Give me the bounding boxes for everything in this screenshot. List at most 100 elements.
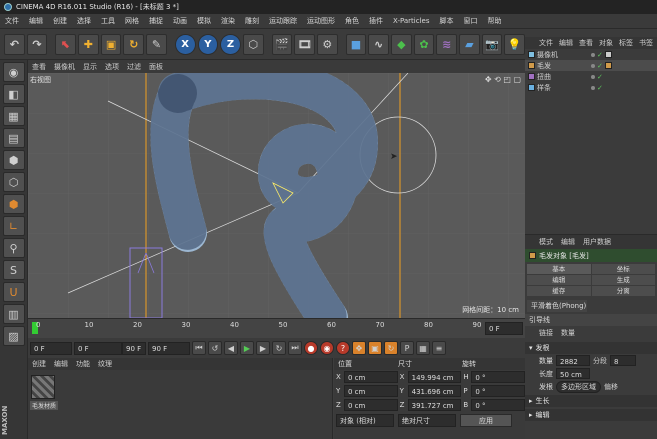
- object-row[interactable]: 扭曲 ✓: [525, 71, 657, 82]
- attribute-tab-button[interactable]: 生成: [591, 275, 655, 285]
- attribute-menu-item-1[interactable]: 编辑: [561, 237, 575, 247]
- visibility-dot-icon[interactable]: [591, 63, 595, 68]
- shading-tab[interactable]: 平滑着色(Phong): [527, 300, 587, 312]
- rotation-field[interactable]: 0 °: [471, 385, 526, 397]
- timeline[interactable]: 0 F 0 10 20 30 40 50 60 70 80 90: [28, 318, 525, 338]
- menu-item-4[interactable]: 工具: [96, 14, 120, 29]
- end-frame-field[interactable]: 90 F: [148, 341, 190, 355]
- menu-item-8[interactable]: 模拟: [192, 14, 216, 29]
- enabled-check-icon[interactable]: ✓: [597, 62, 603, 70]
- attribute-tab-button[interactable]: 分离: [591, 286, 655, 296]
- key-rotation-icon[interactable]: ↻: [384, 341, 398, 355]
- keyframe-selection-icon[interactable]: ?: [336, 341, 350, 355]
- axis-x-button[interactable]: X: [174, 33, 196, 55]
- size-field[interactable]: 391.727 cm: [407, 399, 462, 411]
- tag-icon[interactable]: [604, 51, 612, 58]
- size-mode-select[interactable]: 绝对尺寸: [398, 414, 456, 427]
- camera-button[interactable]: 📷: [481, 33, 503, 55]
- spline-pen-button[interactable]: ∿: [368, 33, 389, 55]
- render-picture-button[interactable]: 🎞: [294, 33, 315, 55]
- position-field[interactable]: 0 cm: [343, 371, 398, 383]
- section-edit[interactable]: ▸ 编辑: [525, 409, 657, 421]
- object-name[interactable]: 扭曲: [537, 72, 589, 82]
- object-row[interactable]: 样条 ✓: [525, 82, 657, 93]
- menu-item-13[interactable]: 角色: [340, 14, 364, 29]
- material-menu-item-2[interactable]: 功能: [76, 359, 90, 369]
- section-growth[interactable]: ▸ 生长: [525, 395, 657, 407]
- material-menu-item-0[interactable]: 创建: [32, 359, 46, 369]
- size-field[interactable]: 149.994 cm: [407, 371, 462, 383]
- object-menu-item-1[interactable]: 编辑: [559, 38, 573, 48]
- menu-item-18[interactable]: 帮助: [482, 14, 506, 29]
- viewport-menu-item-4[interactable]: 过滤: [127, 62, 141, 72]
- object-name[interactable]: 摄像机: [537, 50, 589, 60]
- sub-tab-link[interactable]: 链接: [539, 328, 553, 338]
- rotation-field[interactable]: 0 °: [471, 399, 526, 411]
- object-row[interactable]: 摄像机 ✓: [525, 49, 657, 60]
- segments-field[interactable]: 8: [610, 355, 636, 366]
- snap-icon[interactable]: S: [2, 260, 25, 280]
- rotation-field[interactable]: 0 °: [471, 371, 526, 383]
- light-button[interactable]: 💡: [504, 33, 526, 55]
- menu-item-6[interactable]: 捕捉: [144, 14, 168, 29]
- viewport-menu-item-5[interactable]: 面板: [149, 62, 163, 72]
- coordinate-mode-select[interactable]: 对象 (相对): [336, 414, 394, 427]
- apply-button[interactable]: 应用: [460, 414, 512, 427]
- menu-item-16[interactable]: 脚本: [434, 14, 458, 29]
- attribute-tab-button[interactable]: 基本: [527, 264, 591, 274]
- points-mode-icon[interactable]: ⬢: [2, 150, 25, 170]
- position-field[interactable]: 0 cm: [343, 399, 398, 411]
- viewport-nav-icons[interactable]: ✥ ⟲ ◰ ▢: [485, 75, 521, 84]
- enabled-check-icon[interactable]: ✓: [597, 73, 603, 81]
- texture-mode-icon[interactable]: ▦: [2, 106, 25, 126]
- object-menu-item-5[interactable]: 书签: [639, 38, 653, 48]
- object-menu-item-3[interactable]: 对象: [599, 38, 613, 48]
- preview-max-field[interactable]: 90 F: [122, 341, 146, 355]
- attribute-tab-button[interactable]: 编辑: [527, 275, 591, 285]
- rotate-tool-button[interactable]: ↻: [123, 33, 145, 55]
- menu-item-11[interactable]: 运动跟踪: [264, 14, 302, 29]
- tweak-mode-icon[interactable]: ⚲: [2, 238, 25, 258]
- polygons-mode-icon[interactable]: ⬢: [2, 194, 25, 214]
- goto-start-icon[interactable]: ⏮: [192, 341, 206, 355]
- menu-item-15[interactable]: X-Particles: [388, 14, 434, 29]
- attribute-menu-item-0[interactable]: 模式: [539, 237, 553, 247]
- select-tool-button[interactable]: ⬉: [55, 33, 77, 55]
- redo-button[interactable]: ↷: [26, 33, 48, 55]
- next-frame-icon[interactable]: ▶: [256, 341, 270, 355]
- enabled-check-icon[interactable]: ✓: [597, 51, 603, 59]
- count-field[interactable]: 2882: [556, 355, 590, 366]
- menu-item-3[interactable]: 选择: [72, 14, 96, 29]
- menu-item-12[interactable]: 运动图形: [302, 14, 340, 29]
- cube-primitive-button[interactable]: ■: [345, 33, 367, 55]
- enabled-check-icon[interactable]: ✓: [597, 84, 603, 92]
- magnet-icon[interactable]: U: [2, 282, 25, 302]
- prev-frame-icon[interactable]: ◀: [224, 341, 238, 355]
- menu-item-14[interactable]: 插件: [364, 14, 388, 29]
- menu-item-5[interactable]: 网格: [120, 14, 144, 29]
- next-key-icon[interactable]: ↻: [272, 341, 286, 355]
- menu-item-10[interactable]: 雕刻: [240, 14, 264, 29]
- prev-key-icon[interactable]: ↺: [208, 341, 222, 355]
- move-tool-button[interactable]: ✚: [78, 33, 99, 55]
- live-select-button[interactable]: ✎: [146, 33, 167, 55]
- play-icon[interactable]: ▶: [240, 341, 254, 355]
- viewport-menu-item-3[interactable]: 选项: [105, 62, 119, 72]
- menu-item-1[interactable]: 编辑: [24, 14, 48, 29]
- attribute-tab-button[interactable]: 缓存: [527, 286, 591, 296]
- object-menu-item-2[interactable]: 查看: [579, 38, 593, 48]
- menu-item-17[interactable]: 窗口: [458, 14, 482, 29]
- goto-end-icon[interactable]: ⏭: [288, 341, 302, 355]
- timeline-end-frame[interactable]: 0 F: [485, 322, 523, 335]
- axis-y-button[interactable]: Y: [197, 33, 219, 55]
- object-row[interactable]: 毛发 ✓: [525, 60, 657, 71]
- object-name[interactable]: 样条: [537, 83, 589, 93]
- key-param-icon[interactable]: P: [400, 341, 414, 355]
- axis-z-button[interactable]: Z: [220, 33, 241, 55]
- viewport-menu-item-1[interactable]: 摄像机: [54, 62, 75, 72]
- coordinate-system-button[interactable]: ⬡: [242, 33, 264, 55]
- render-settings-button[interactable]: ⚙: [316, 33, 338, 55]
- attribute-menu-item-2[interactable]: 用户数据: [583, 237, 611, 247]
- sub-tab-count[interactable]: 数量: [561, 328, 575, 338]
- viewport-menu-item-2[interactable]: 显示: [83, 62, 97, 72]
